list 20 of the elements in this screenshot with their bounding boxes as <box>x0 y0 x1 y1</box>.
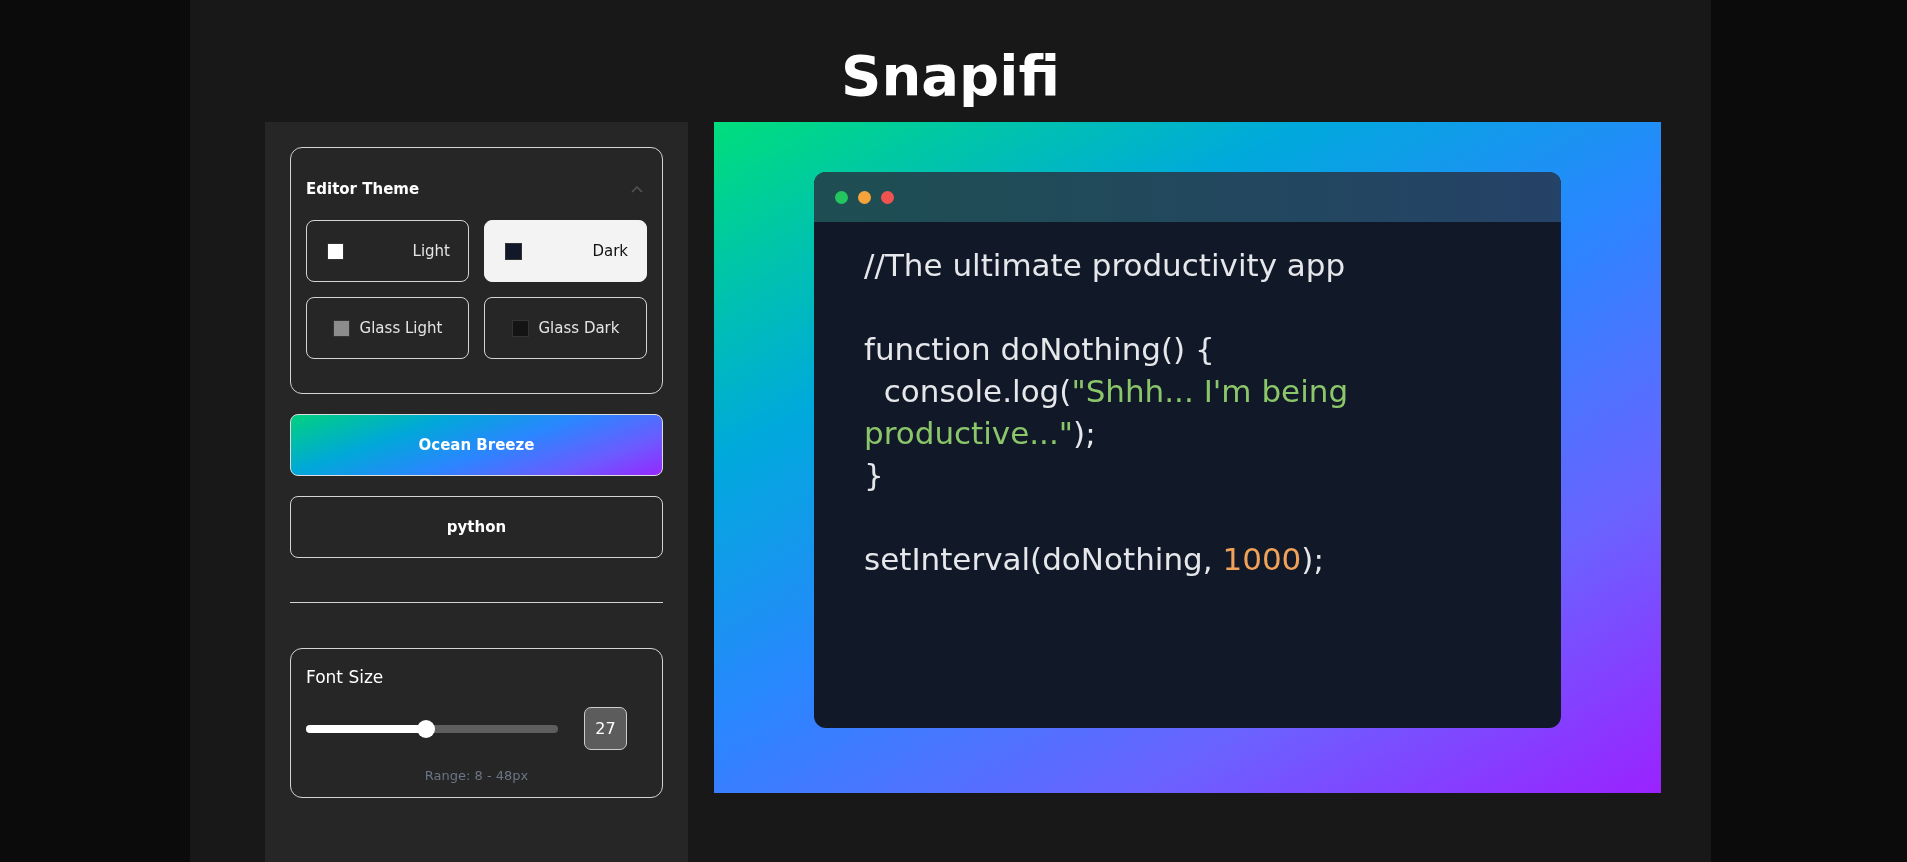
window-dot-icon <box>858 190 871 204</box>
theme-option[interactable]: Dark <box>484 220 647 282</box>
code-line: function doNothing() { <box>864 330 1216 369</box>
range-hint: Range: 8 - 48px <box>424 768 529 783</box>
theme-option[interactable]: Light <box>306 220 469 282</box>
code-line: setInterval(doNothing, 1000); <box>864 540 1325 579</box>
theme-option[interactable]: Glass Light <box>306 297 469 359</box>
app-title: Snapifi <box>841 42 1060 110</box>
editor-theme-title: Editor Theme <box>306 180 420 198</box>
theme-option[interactable]: Glass Dark <box>484 297 647 359</box>
code-line: console.log("Shhh... I'm being productive..."); <box>864 372 1350 453</box>
language-button[interactable]: python <box>290 496 663 558</box>
font-size-value[interactable]: 27 <box>584 707 627 750</box>
window-dot-icon <box>881 190 894 204</box>
background-button[interactable]: Ocean Breeze <box>290 414 663 476</box>
slider-thumb[interactable] <box>416 719 435 738</box>
code-line: //The ultimate productivity app <box>864 246 1347 285</box>
code-line: } <box>864 456 885 495</box>
font-size-label: Font Size <box>306 667 385 687</box>
window-dot-icon <box>835 190 848 204</box>
